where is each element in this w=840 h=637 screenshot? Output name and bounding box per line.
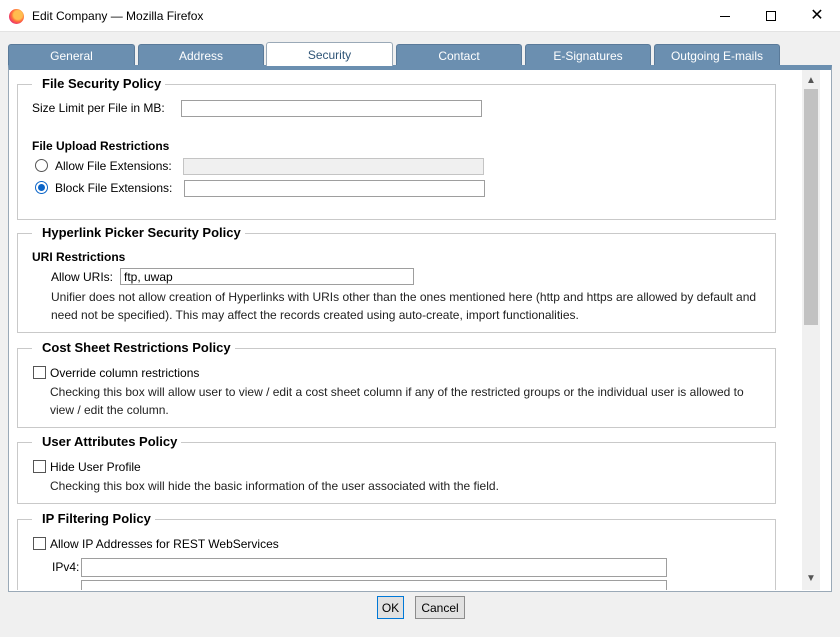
ok-button[interactable]: OK xyxy=(377,596,404,619)
ipv4-label: IPv4: xyxy=(52,560,80,574)
vertical-scrollbar[interactable]: ▲ ▼ xyxy=(802,70,820,590)
ip-filtering-policy-group: IP Filtering Policy Allow IP Addresses f… xyxy=(17,511,776,590)
tab-e-signatures[interactable]: E-Signatures xyxy=(525,44,651,66)
maximize-button[interactable] xyxy=(748,0,794,32)
allow-extensions-label: Allow File Extensions: xyxy=(55,159,172,173)
allow-uris-input[interactable] xyxy=(120,268,414,285)
tab-address[interactable]: Address xyxy=(138,44,264,66)
allow-extensions-input[interactable] xyxy=(183,158,484,175)
allow-uris-label: Allow URIs: xyxy=(51,270,114,284)
maximize-icon xyxy=(766,11,776,21)
tab-content-panel: File Security Policy Size Limit per File… xyxy=(8,65,832,592)
file-upload-restrictions-title: File Upload Restrictions xyxy=(32,139,170,153)
tab-outgoing-emails[interactable]: Outgoing E-mails xyxy=(654,44,780,66)
block-extensions-label: Block File Extensions: xyxy=(55,181,173,195)
minimize-icon xyxy=(720,15,730,17)
edit-company-dialog: General Address Security Contact E-Signa… xyxy=(8,42,832,592)
cost-sheet-policy-group: Cost Sheet Restrictions Policy Override … xyxy=(17,340,776,428)
scroll-up-icon[interactable]: ▲ xyxy=(802,72,820,88)
cancel-button[interactable]: Cancel xyxy=(415,596,465,619)
block-extensions-radio[interactable] xyxy=(35,181,48,194)
hide-user-profile-label: Hide User Profile xyxy=(50,460,141,474)
ip-filtering-policy-legend: IP Filtering Policy xyxy=(32,511,155,526)
window-titlebar: Edit Company — Mozilla Firefox ✕ xyxy=(0,0,840,32)
override-column-restrictions-label: Override column restrictions xyxy=(50,366,200,380)
close-icon: ✕ xyxy=(810,7,824,24)
block-extensions-input[interactable] xyxy=(184,180,485,197)
size-limit-input[interactable] xyxy=(181,100,482,117)
scroll-down-icon[interactable]: ▼ xyxy=(802,570,820,586)
hyperlink-policy-legend: Hyperlink Picker Security Policy xyxy=(32,225,245,240)
file-security-policy-legend: File Security Policy xyxy=(32,76,166,91)
uri-restrictions-title: URI Restrictions xyxy=(32,250,126,264)
minimize-button[interactable] xyxy=(702,0,748,32)
cost-sheet-policy-legend: Cost Sheet Restrictions Policy xyxy=(32,340,235,355)
hyperlink-security-policy-group: Hyperlink Picker Security Policy URI Res… xyxy=(17,225,776,333)
scrollbar-thumb[interactable] xyxy=(804,89,818,325)
tab-bar: General Address Security Contact E-Signa… xyxy=(8,42,832,66)
security-scroll-area: File Security Policy Size Limit per File… xyxy=(9,70,798,590)
allow-ip-addresses-label: Allow IP Addresses for REST WebServices xyxy=(50,537,279,551)
window-title: Edit Company — Mozilla Firefox xyxy=(32,9,204,23)
override-column-restrictions-checkbox[interactable] xyxy=(33,366,46,379)
file-security-policy-group: File Security Policy Size Limit per File… xyxy=(17,76,776,220)
firefox-icon xyxy=(9,9,24,24)
user-attributes-policy-group: User Attributes Policy Hide User Profile… xyxy=(17,434,776,504)
close-window-button[interactable]: ✕ xyxy=(794,0,840,32)
tab-contact[interactable]: Contact xyxy=(396,44,522,66)
uri-restrictions-note: Unifier does not allow creation of Hyper… xyxy=(51,290,757,322)
allow-ip-addresses-checkbox[interactable] xyxy=(33,537,46,550)
hide-user-profile-checkbox[interactable] xyxy=(33,460,46,473)
ipv4-input[interactable] xyxy=(81,558,667,577)
user-attributes-policy-legend: User Attributes Policy xyxy=(32,434,182,449)
tab-general[interactable]: General xyxy=(8,44,135,66)
user-attributes-note: Checking this box will hide the basic in… xyxy=(50,479,499,493)
ipv4-list-box[interactable] xyxy=(81,580,667,590)
allow-extensions-radio[interactable] xyxy=(35,159,48,172)
cost-sheet-note: Checking this box will allow user to vie… xyxy=(50,385,744,417)
tab-security[interactable]: Security xyxy=(266,42,393,66)
size-limit-label: Size Limit per File in MB: xyxy=(32,101,165,115)
